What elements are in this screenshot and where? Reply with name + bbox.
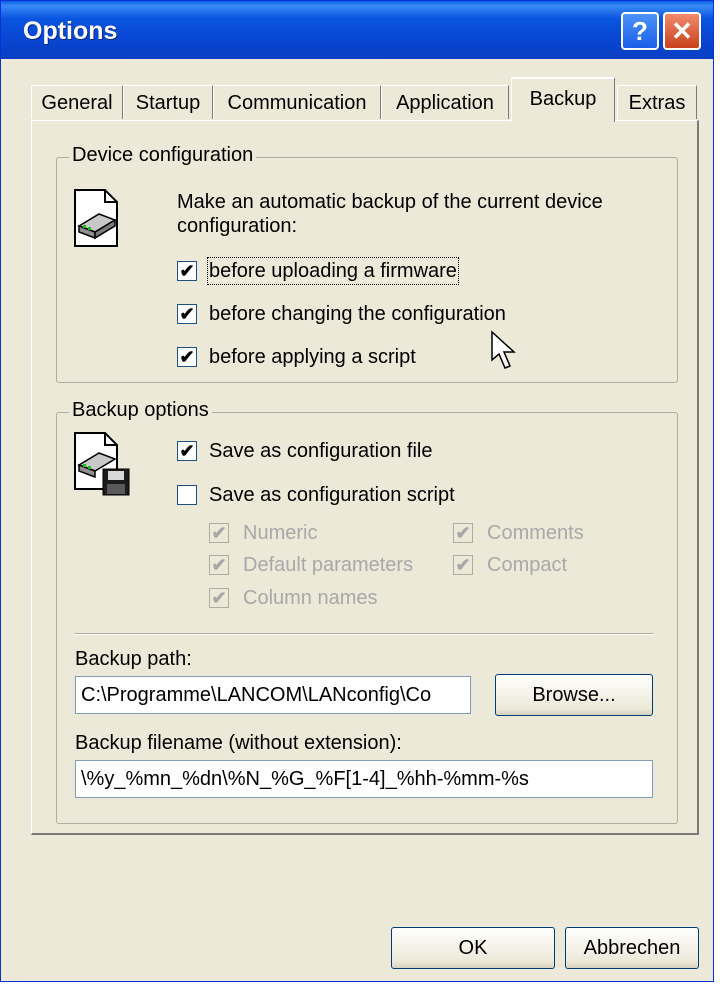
- before-script-checkbox[interactable]: ✔: [177, 347, 197, 367]
- backup-disk-icon: [74, 432, 130, 496]
- save-as-script-label[interactable]: Save as configuration script: [209, 483, 455, 507]
- comments-checkbox[interactable]: ✔: [453, 523, 473, 543]
- backup-filename-label: Backup filename (without extension):: [75, 732, 402, 754]
- column-names-checkbox[interactable]: ✔: [209, 588, 229, 608]
- tab-extras[interactable]: Extras: [617, 85, 697, 119]
- tab-backup[interactable]: Backup: [511, 77, 615, 122]
- comments-label: Comments: [487, 522, 584, 544]
- before-configuration-label[interactable]: before changing the configuration: [209, 302, 506, 326]
- numeric-label: Numeric: [243, 522, 318, 544]
- window-title: Options: [23, 17, 118, 45]
- device-configuration-group: Device configuration Make an automatic b…: [56, 144, 678, 383]
- backup-options-group: Backup options ✔ Save as configuration f…: [56, 399, 678, 824]
- ok-button[interactable]: OK: [391, 927, 555, 969]
- options-dialog: Options ? ✕ General Startup Communicatio…: [0, 0, 714, 982]
- device-document-icon: [74, 189, 118, 247]
- before-firmware-label[interactable]: before uploading a firmware: [207, 257, 459, 285]
- default-parameters-label: Default parameters: [243, 554, 414, 576]
- save-as-file-label[interactable]: Save as configuration file: [209, 439, 432, 463]
- backup-path-label: Backup path:: [75, 648, 192, 670]
- close-button[interactable]: ✕: [663, 12, 701, 50]
- backup-tab-page: Device configuration Make an automatic b…: [31, 120, 699, 835]
- help-button[interactable]: ?: [621, 12, 659, 50]
- compact-label: Compact: [487, 554, 568, 576]
- tab-startup[interactable]: Startup: [123, 85, 213, 119]
- device-configuration-description: Make an automatic backup of the current …: [177, 191, 603, 237]
- before-configuration-checkbox[interactable]: ✔: [177, 304, 197, 324]
- cancel-button[interactable]: Abbrechen: [565, 927, 699, 969]
- backup-filename-input[interactable]: \%y_%mn_%dn\%N_%G_%F[1-4]_%hh-%mm-%s: [75, 760, 653, 798]
- column-names-label: Column names: [243, 587, 378, 609]
- before-script-label[interactable]: before applying a script: [209, 345, 416, 369]
- title-bar[interactable]: Options ? ✕: [1, 1, 713, 59]
- compact-checkbox[interactable]: ✔: [453, 555, 473, 575]
- backup-options-title: Backup options: [69, 399, 212, 422]
- numeric-checkbox[interactable]: ✔: [209, 523, 229, 543]
- separator: [75, 633, 653, 635]
- mouse-pointer-icon: [491, 330, 516, 369]
- default-parameters-checkbox[interactable]: ✔: [209, 555, 229, 575]
- before-firmware-checkbox[interactable]: ✔: [177, 261, 197, 281]
- tab-general[interactable]: General: [31, 85, 123, 119]
- save-as-script-checkbox[interactable]: [177, 485, 197, 505]
- browse-button[interactable]: Browse...: [495, 674, 653, 716]
- save-as-file-checkbox[interactable]: ✔: [177, 441, 197, 461]
- device-configuration-title: Device configuration: [69, 144, 257, 167]
- tab-application[interactable]: Application: [381, 85, 509, 119]
- backup-path-input[interactable]: C:\Programme\LANCOM\LANconfig\Co: [75, 676, 471, 714]
- tab-communication[interactable]: Communication: [213, 85, 381, 119]
